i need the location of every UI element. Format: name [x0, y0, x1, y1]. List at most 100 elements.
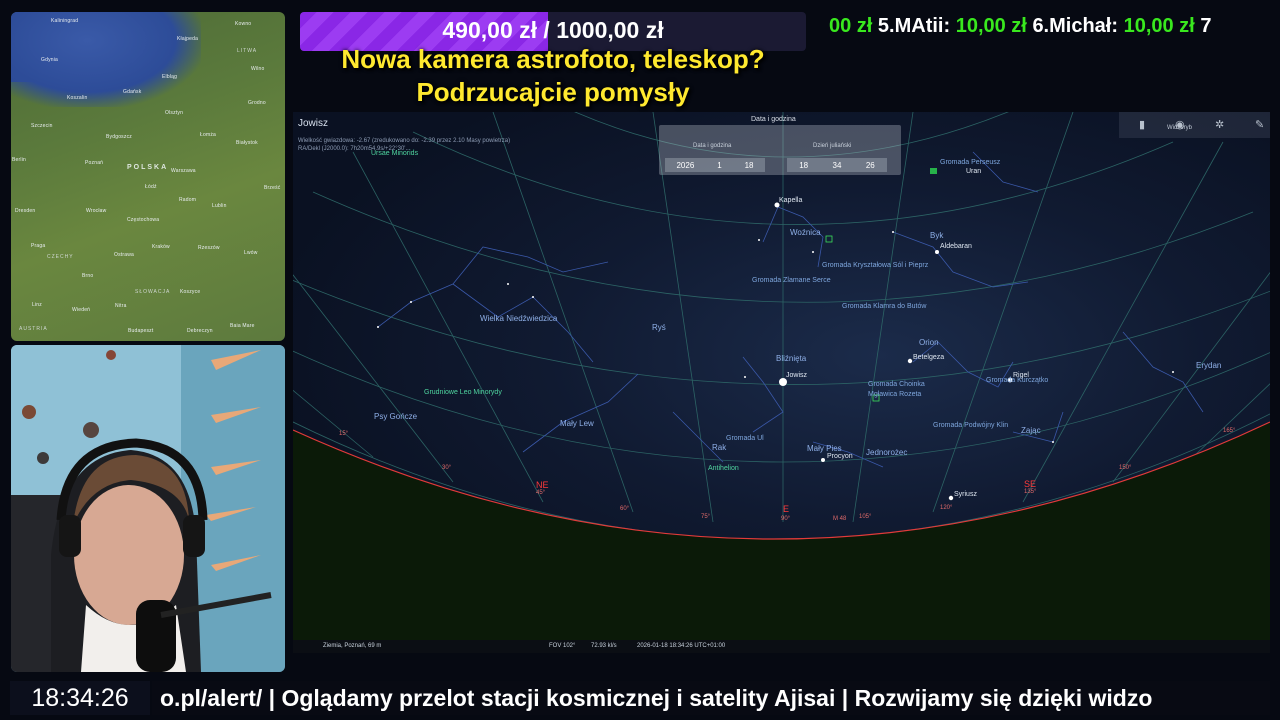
- weather-map: POLSKA LITWA CZECHY SŁOWACJA AUSTRIA Kal…: [11, 12, 285, 341]
- map-city: Olsztyn: [165, 110, 184, 116]
- donor-name: 6.Michał:: [1032, 15, 1119, 37]
- donor-amount: 00 zł: [829, 15, 873, 37]
- map-city: Kłajpeda: [177, 36, 199, 42]
- constellation-label: Ryś: [652, 323, 666, 332]
- star-label: Procyon: [827, 453, 853, 460]
- dialog-tab-julian[interactable]: Dzień juliański: [813, 143, 851, 149]
- map-city: Brno: [82, 273, 94, 279]
- year-field[interactable]: 2026: [676, 161, 694, 170]
- star-label: Jowisz: [786, 372, 808, 379]
- cluster-label: Gromada Podwójny Klin: [933, 422, 1009, 429]
- map-city: Dresden: [15, 208, 36, 214]
- selected-object-name: Jowisz: [298, 118, 329, 129]
- altitude-tick: 30°: [442, 465, 452, 471]
- ticker-text: o.pl/alert/ | Oglądamy przelot stacji ko…: [160, 685, 1153, 711]
- map-city: Gdańsk: [123, 89, 142, 95]
- map-city: Wiedeń: [72, 307, 91, 313]
- minute-field[interactable]: 34: [833, 161, 842, 170]
- cluster-label: Gromada Kurczątko: [986, 377, 1049, 384]
- map-city: Rzeszów: [198, 245, 220, 251]
- map-city: Grodno: [248, 100, 266, 106]
- meteor-shower-label: Grudniowe Leo Minorydy: [424, 389, 502, 396]
- altitude-tick: 105°: [859, 514, 872, 520]
- dialog-tab-date[interactable]: Data i godzina: [693, 143, 731, 149]
- stream-headline: Nowa kamera astrofoto, teleskop? Podrzuc…: [296, 43, 810, 109]
- altitude-tick: 60°: [620, 506, 630, 512]
- sea-shading: [11, 12, 201, 107]
- date-time-dialog[interactable]: Data i godzina Data i godzina Dzień juli…: [659, 116, 901, 175]
- constellation-label: Zając: [1021, 426, 1041, 435]
- day-field[interactable]: 18: [745, 161, 754, 170]
- donor-name: 7: [1200, 15, 1212, 37]
- star-label: Aldebaran: [940, 243, 972, 250]
- map-city: Budapeszt: [128, 328, 154, 334]
- star-label: Syriusz: [954, 491, 977, 498]
- status-datetime: 2026-01-18 18:34:26 UTC+01:00: [637, 643, 726, 649]
- cluster-label: Gromada Choinka: [868, 381, 925, 388]
- webcam-feed: [11, 345, 285, 672]
- status-fov: FOV 102°: [549, 643, 576, 649]
- cluster-label: Gromada Perseusz: [940, 159, 1001, 166]
- dialog-title: Data i godzina: [751, 116, 796, 123]
- cluster-label: Gromada Zlamane Serce: [752, 277, 831, 284]
- cluster-label: Gromada Klamra do Butów: [842, 303, 927, 310]
- map-city: Linz: [32, 302, 42, 308]
- compass-label: E: [783, 504, 790, 514]
- map-city: Lwów: [244, 250, 258, 256]
- altitude-tick: 90°: [781, 516, 791, 522]
- news-ticker: o.pl/alert/ | Oglądamy przelot stacji ko…: [152, 681, 1270, 715]
- donor-amount: 10,00 zł: [955, 15, 1027, 37]
- constellation-label: Mały Lew: [560, 419, 594, 428]
- time-input[interactable]: 18 34 26: [787, 158, 887, 172]
- map-region-label: LITWA: [237, 48, 258, 54]
- altitude-tick: 165°: [1223, 428, 1236, 434]
- star-label: Uran: [966, 168, 982, 175]
- altitude-tick: 120°: [940, 505, 953, 511]
- map-region-label: SŁOWACJA: [135, 289, 171, 295]
- altitude-tick: 75°: [701, 514, 711, 520]
- stellarium-status-bar: Ziemia, Poznań, 69 m FOV 102° 72.93 kl/s…: [293, 640, 1270, 653]
- map-city: Berlin: [12, 157, 26, 163]
- cluster-label: Gromada Ul: [726, 435, 764, 442]
- donation-goal-text: 490,00 zł / 1000,00 zł: [442, 17, 664, 43]
- meteor-shower-label: Ursae Minorids: [371, 150, 419, 157]
- stellarium-sky-view[interactable]: Jowisz Wielkość gwiazdowa: -2.67 (zreduk…: [293, 112, 1270, 653]
- constellation-label: Erydan: [1196, 361, 1222, 370]
- map-city: Łomża: [200, 132, 217, 138]
- altitude-tick: 150°: [1119, 465, 1132, 471]
- map-city: Debreczyn: [187, 328, 213, 334]
- constellation-label: Jednorożec: [866, 448, 908, 457]
- map-city: Radom: [179, 197, 197, 203]
- map-city: Gdynia: [41, 57, 59, 63]
- map-city: Lublin: [212, 203, 227, 209]
- constellation-label: Bliźnięta: [776, 354, 807, 363]
- map-city: Wilno: [251, 66, 265, 72]
- map-city: Szczecin: [31, 123, 53, 129]
- map-city: Praga: [31, 243, 46, 249]
- map-city: Elbląg: [162, 74, 178, 80]
- settings-icon[interactable]: ✲: [1215, 118, 1224, 131]
- constellation-label: Wielka Niedźwiedzica: [480, 314, 558, 323]
- stream-clock: 18:34:26: [10, 681, 150, 715]
- month-field[interactable]: 1: [717, 161, 721, 170]
- trash-icon[interactable]: ▮: [1139, 118, 1145, 131]
- map-city: Bydgoszcz: [106, 134, 132, 140]
- constellation-label: Byk: [930, 231, 944, 240]
- second-field[interactable]: 26: [866, 161, 875, 170]
- map-city: Koszyce: [180, 289, 201, 295]
- hour-field[interactable]: 18: [799, 161, 808, 170]
- map-city: Poznań: [85, 160, 104, 166]
- object-info-line: Wielkość gwiazdowa: -2.67 (zredukowano d…: [298, 138, 511, 144]
- map-city: Kowno: [235, 21, 252, 27]
- status-location: Ziemia, Poznań, 69 m: [323, 643, 382, 649]
- map-city: Kraków: [152, 244, 170, 250]
- date-input[interactable]: 2026 1 18: [665, 158, 765, 172]
- map-city: Baia Mare: [230, 323, 255, 329]
- donor-amount: 10,00 zł: [1123, 15, 1195, 37]
- constellation-label: Woźnica: [790, 228, 821, 237]
- wrench-icon[interactable]: ✎: [1255, 118, 1264, 131]
- altitude-tick: 135°: [1024, 489, 1037, 495]
- map-city: Brześć: [264, 185, 281, 191]
- map-city: Koszalin: [67, 95, 88, 101]
- headline-line: Podrzucajcie pomysły: [416, 77, 690, 107]
